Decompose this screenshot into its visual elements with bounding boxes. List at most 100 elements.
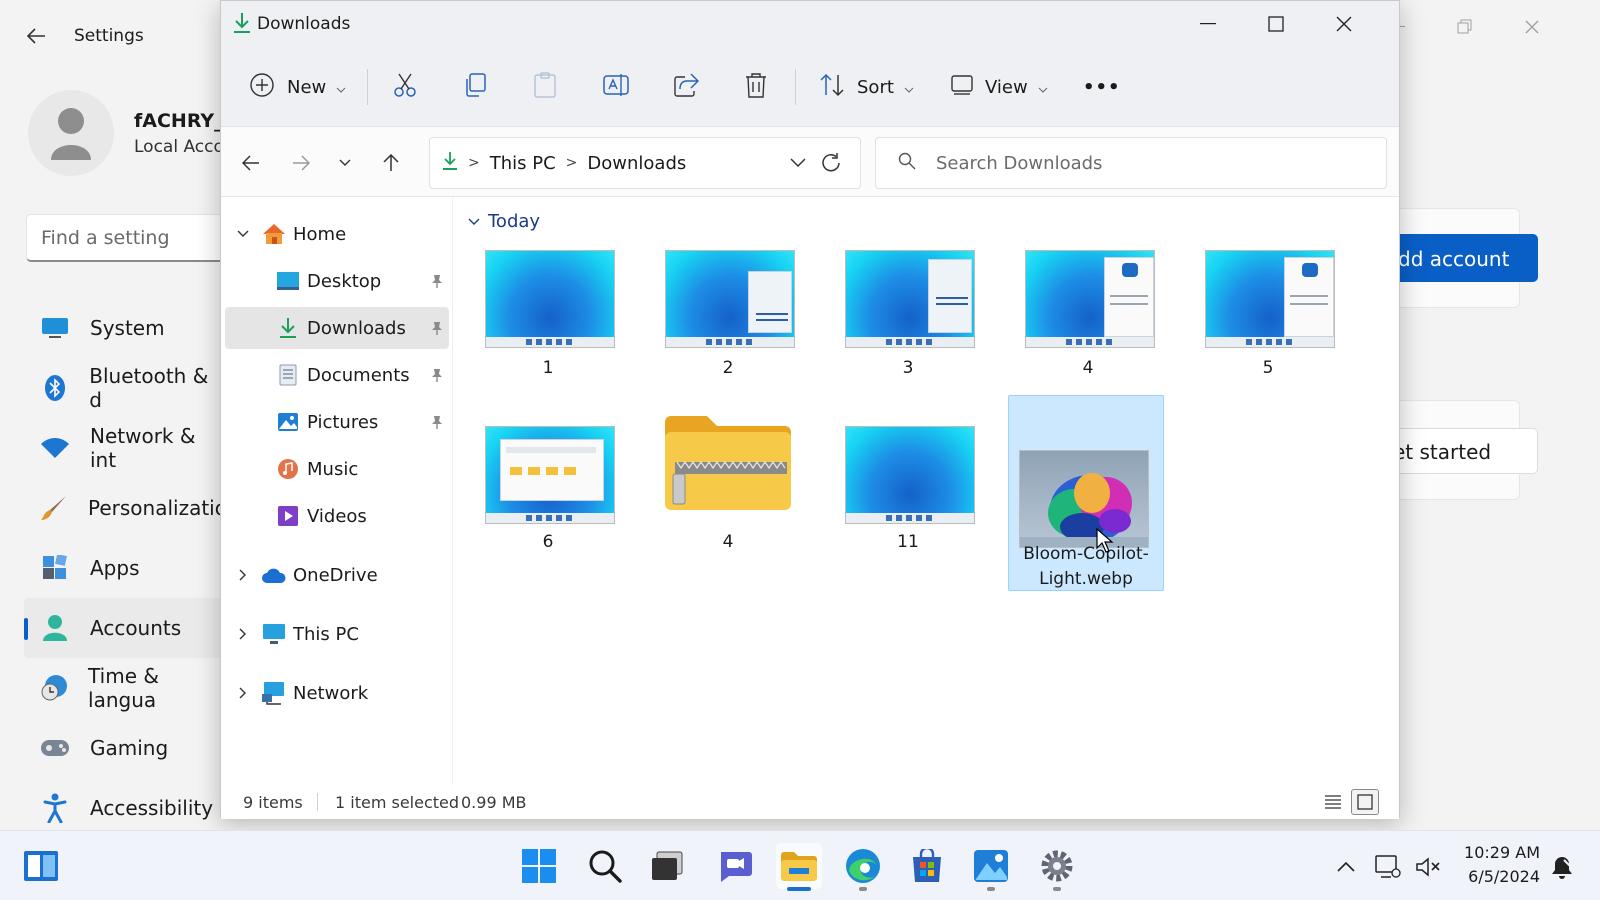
file-tile[interactable]: 6 <box>470 393 626 589</box>
nav-item-videos[interactable]: Videos <box>225 495 449 537</box>
settings-gear-icon[interactable] <box>1034 843 1080 891</box>
widgets-icon[interactable] <box>18 843 64 889</box>
paste-button[interactable] <box>533 65 557 109</box>
network-status-icon[interactable] <box>1374 853 1402 881</box>
cut-button[interactable] <box>393 65 417 109</box>
details-view-icon[interactable] <box>1319 789 1347 815</box>
photos-app-icon[interactable] <box>968 843 1014 891</box>
pin-icon[interactable] <box>429 320 445 336</box>
file-tile[interactable]: 4 <box>650 393 806 589</box>
search-icon[interactable] <box>582 843 628 889</box>
more-options-button[interactable]: ••• <box>1083 65 1121 109</box>
chevron-right-icon[interactable] <box>235 567 251 583</box>
nav-item-music[interactable]: Music <box>225 448 449 490</box>
group-header-today[interactable]: Today <box>468 211 540 232</box>
recent-locations-chevron-icon[interactable] <box>327 145 363 181</box>
view-button[interactable]: View <box>951 65 1048 109</box>
nav-item-downloads[interactable]: Downloads <box>225 307 449 349</box>
forward-arrow-icon[interactable] <box>283 145 319 181</box>
back-arrow-icon[interactable] <box>233 145 269 181</box>
pin-icon[interactable] <box>429 367 445 383</box>
sort-arrows-icon <box>819 73 845 102</box>
nav-item-home[interactable]: Home <box>225 213 449 255</box>
settings-nav-accounts[interactable]: Accounts <box>24 598 224 658</box>
nav-item-documents[interactable]: Documents <box>225 354 449 396</box>
breadcrumb-this-pc[interactable]: This PC <box>490 153 556 174</box>
file-explorer-icon[interactable] <box>776 843 822 891</box>
settings-nav-label: Apps <box>90 556 140 580</box>
chevron-right-icon[interactable] <box>235 626 251 642</box>
up-arrow-icon[interactable] <box>373 145 409 181</box>
pin-icon[interactable] <box>429 414 445 430</box>
settings-nav-system[interactable]: System <box>24 298 224 358</box>
settings-nav-bluetooth[interactable]: Bluetooth & d <box>24 358 224 418</box>
new-button[interactable]: New <box>249 65 346 109</box>
nav-item-network[interactable]: Network <box>225 672 449 714</box>
notification-bell-icon[interactable] <box>1548 853 1576 881</box>
file-tile[interactable]: 11 <box>830 393 986 589</box>
delete-button[interactable] <box>745 65 767 109</box>
taskbar: 10:29 AM 6/5/2024 <box>0 830 1600 900</box>
sort-label: Sort <box>857 76 894 98</box>
mouse-cursor-icon <box>1096 527 1114 558</box>
teams-chat-icon[interactable] <box>712 843 758 889</box>
file-tile[interactable]: 5 <box>1190 237 1346 433</box>
music-icon <box>275 456 301 482</box>
file-thumbnail <box>485 250 615 348</box>
selection-count: 1 item selected <box>335 793 460 812</box>
minimize-icon[interactable] <box>1185 7 1231 41</box>
gamepad-icon <box>40 733 70 763</box>
file-name: 6 <box>542 532 554 552</box>
chevron-down-icon <box>336 77 346 98</box>
settings-nav-time-language[interactable]: Time & langua <box>24 658 224 718</box>
back-arrow-icon[interactable] <box>22 22 50 50</box>
restore-icon[interactable] <box>1445 12 1485 42</box>
chevron-up-icon[interactable] <box>1332 853 1360 881</box>
address-bar[interactable]: > This PC > Downloads <box>429 137 861 189</box>
maximize-icon[interactable] <box>1253 7 1299 41</box>
tiles-view-icon[interactable] <box>1351 789 1379 815</box>
settings-nav-accessibility[interactable]: Accessibility <box>24 778 224 838</box>
copy-button[interactable] <box>463 65 487 109</box>
microsoft-store-icon[interactable] <box>904 843 950 889</box>
start-windows-icon[interactable] <box>516 843 562 889</box>
clock[interactable]: 10:29 AM 6/5/2024 <box>1456 841 1540 889</box>
settings-nav-network[interactable]: Network & int <box>24 418 224 478</box>
file-tile-selected[interactable]: Bloom-Copilot-Light.webp <box>1008 395 1164 591</box>
pin-icon[interactable] <box>429 273 445 289</box>
nav-label: Videos <box>307 505 367 527</box>
nav-label: Downloads <box>307 317 406 339</box>
nav-label: Network <box>293 682 369 704</box>
nav-item-desktop[interactable]: Desktop <box>225 260 449 302</box>
monitor-icon <box>40 313 70 343</box>
close-icon[interactable] <box>1512 12 1552 42</box>
task-view-icon[interactable] <box>644 843 690 889</box>
close-icon[interactable] <box>1321 7 1367 41</box>
sort-button[interactable]: Sort <box>819 65 914 109</box>
settings-nav: System Bluetooth & d Network & int Perso… <box>24 298 227 838</box>
settings-nav-apps[interactable]: Apps <box>24 538 224 598</box>
edge-browser-icon[interactable] <box>840 843 886 891</box>
chevron-down-icon[interactable] <box>235 226 251 242</box>
share-button[interactable] <box>673 65 700 109</box>
title-bar[interactable]: Downloads <box>221 1 1399 47</box>
nav-item-pictures[interactable]: Pictures <box>225 401 449 443</box>
chevron-down-icon <box>468 218 480 225</box>
settings-nav-personalization[interactable]: Personalizatio <box>24 478 227 538</box>
nav-label: OneDrive <box>293 564 378 586</box>
settings-search-input[interactable]: Find a setting <box>26 214 236 262</box>
settings-nav-label: Network & int <box>90 424 196 472</box>
nav-item-this-pc[interactable]: This PC <box>225 613 449 655</box>
settings-nav-label: System <box>90 316 165 340</box>
volume-muted-icon[interactable] <box>1414 853 1442 881</box>
chevron-right-icon[interactable] <box>235 685 251 701</box>
rename-button[interactable] <box>603 65 629 109</box>
search-box[interactable] <box>875 137 1387 189</box>
nav-item-onedrive[interactable]: OneDrive <box>225 554 449 596</box>
refresh-icon[interactable] <box>813 145 849 181</box>
address-dropdown-chevron-icon[interactable] <box>790 152 806 173</box>
search-input[interactable] <box>936 152 1336 174</box>
toolbar-divider <box>795 69 796 105</box>
breadcrumb-downloads[interactable]: Downloads <box>587 153 686 174</box>
settings-nav-gaming[interactable]: Gaming <box>24 718 224 778</box>
